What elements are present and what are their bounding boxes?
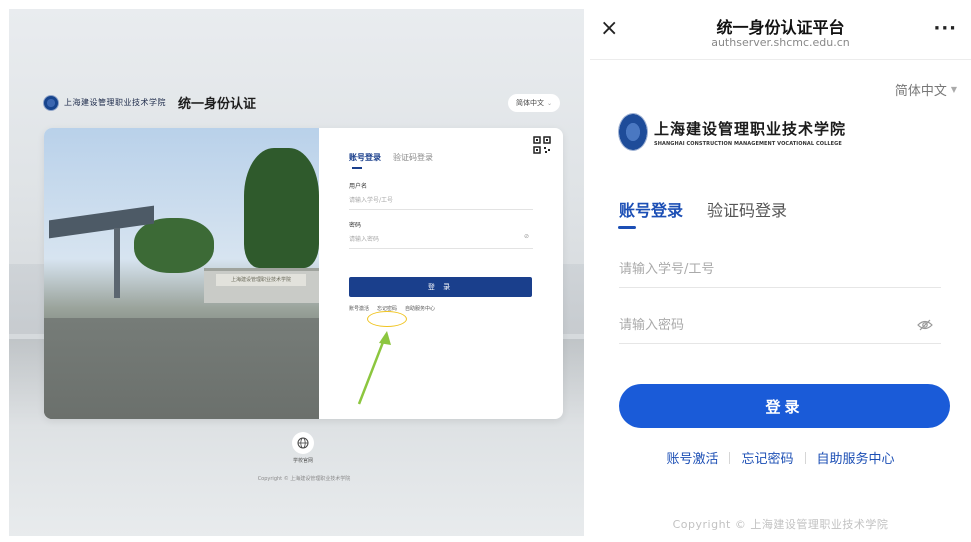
- mobile-page-title: 统一身份认证平台: [716, 18, 845, 37]
- mobile-url: authserver.shcmc.edu.cn: [711, 36, 850, 49]
- photo-road: [44, 318, 319, 419]
- tab-code-login[interactable]: 验证码登录: [393, 152, 433, 163]
- mobile-username-input[interactable]: 请输入学号/工号: [619, 258, 941, 288]
- mobile-password-input[interactable]: 请输入密码: [619, 314, 941, 344]
- photo-tree: [134, 218, 214, 273]
- mobile-login-tabs: 账号登录 验证码登录: [619, 197, 787, 221]
- desktop-password-input[interactable]: 请输入密码 ⊘: [349, 229, 533, 249]
- globe-icon[interactable]: [292, 432, 314, 454]
- mobile-top-bar: × 统一身份认证平台 authserver.shcmc.edu.cn ···: [590, 0, 971, 60]
- mobile-school-logo: 上海建设管理职业技术学院 SHANGHAI CONSTRUCTION MANAG…: [618, 113, 846, 151]
- mobile-copyright: Copyright © 上海建设管理职业技术学院: [672, 518, 889, 531]
- desktop-login-button[interactable]: 登 录: [349, 277, 532, 297]
- campus-gate-photo: 上海建设管理职业技术学院: [44, 128, 319, 419]
- mobile-link-activate[interactable]: 账号激活: [666, 448, 718, 467]
- photo-gate-pole: [114, 228, 120, 298]
- school-logo-icon: [43, 94, 59, 111]
- school-emblem-icon: [618, 113, 648, 151]
- mobile-login-button[interactable]: 登录: [619, 384, 950, 428]
- desktop-page-title: 统一身份认证: [178, 97, 257, 112]
- tab-code-login[interactable]: 验证码登录: [707, 197, 787, 221]
- link-divider: [804, 451, 806, 464]
- desktop-login-screenshot: 上海建设管理职业技术学院 统一身份认证 简体中文 ⌄ 上海建设管理职业技术学院: [9, 9, 584, 536]
- mobile-link-self-service[interactable]: 自助服务中心: [817, 448, 895, 467]
- desktop-language-label: 简体中文: [515, 99, 544, 107]
- qr-code-icon[interactable]: [533, 136, 551, 154]
- desktop-link-self-service[interactable]: 自助服务中心: [405, 305, 435, 312]
- link-divider: [729, 451, 731, 464]
- more-icon[interactable]: ···: [933, 18, 957, 39]
- desktop-logo-text: 上海建设管理职业技术学院: [64, 98, 166, 107]
- desktop-username-input[interactable]: 请输入学号/工号: [349, 190, 533, 210]
- desktop-login-tabs: 账号登录 验证码登录: [349, 152, 533, 169]
- green-arrow-annotation: [357, 331, 391, 405]
- desktop-help-links: 账号激活 忘记密码 自助服务中心: [349, 305, 533, 312]
- password-label: 密码: [349, 222, 362, 229]
- desktop-copyright: Copyright © 上海建设管理职业技术学院: [257, 476, 351, 482]
- mobile-password-placeholder: 请输入密码: [619, 318, 685, 333]
- photo-school-sign: 上海建设管理职业技术学院: [216, 274, 306, 286]
- desktop-language-select[interactable]: 简体中文 ⌄: [508, 94, 560, 112]
- mobile-language-select[interactable]: 简体中文 ▼: [895, 80, 957, 99]
- tab-account-login[interactable]: 账号登录: [349, 152, 381, 169]
- chevron-down-icon: ⌄: [546, 99, 553, 107]
- mobile-logo-en: SHANGHAI CONSTRUCTION MANAGEMENT VOCATIO…: [654, 140, 842, 147]
- mobile-help-links: 账号激活 忘记密码 自助服务中心: [590, 448, 971, 467]
- mobile-link-forgot[interactable]: 忘记密码: [741, 448, 793, 467]
- username-label: 用户名: [349, 183, 368, 190]
- eye-slash-icon[interactable]: ⊘: [524, 233, 529, 240]
- school-website-link[interactable]: 学校官网: [283, 457, 323, 464]
- desktop-login-card: 上海建设管理职业技术学院 账号登录 验证码登录 用户名 请输入学号/工号 密码: [44, 128, 563, 419]
- photo-tree: [244, 148, 319, 268]
- caret-down-icon: ▼: [950, 85, 957, 94]
- highlight-circle-annotation: [367, 311, 407, 327]
- mobile-language-label: 简体中文: [894, 84, 947, 99]
- mobile-login-screenshot: × 统一身份认证平台 authserver.shcmc.edu.cn ··· 简…: [590, 0, 971, 542]
- mobile-logo-cn: 上海建设管理职业技术学院: [654, 119, 847, 138]
- active-tab-indicator: [618, 226, 636, 229]
- desktop-password-placeholder: 请输入密码: [349, 236, 380, 243]
- desktop-header: 上海建设管理职业技术学院 统一身份认证: [43, 93, 256, 112]
- desktop-link-activate[interactable]: 账号激活: [349, 305, 369, 312]
- eye-slash-icon[interactable]: [917, 318, 933, 332]
- tab-account-login[interactable]: 账号登录: [619, 197, 683, 221]
